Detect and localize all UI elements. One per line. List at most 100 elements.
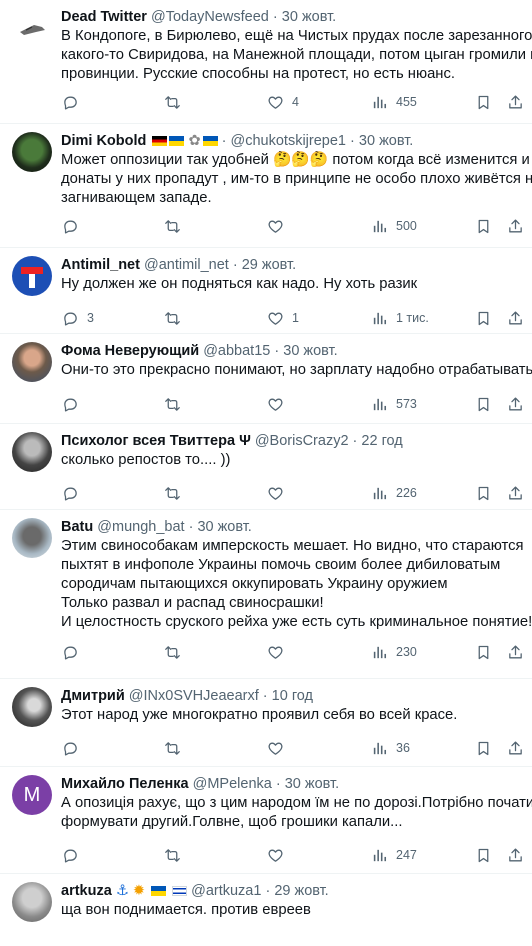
views-button[interactable]: 1 тис. [371, 308, 429, 328]
like-button[interactable]: 4 [267, 92, 299, 112]
tweet[interactable]: Dimi Kobold ✿ · @chukotskijrepe1 · 30 жо… [0, 124, 532, 248]
text-line: провинции. Русские способны на протест, … [61, 66, 455, 82]
reply-button[interactable]: 3 [62, 308, 94, 328]
share-button[interactable] [507, 483, 524, 503]
retweet-button[interactable] [164, 483, 189, 503]
reply-icon [62, 94, 79, 111]
avatar[interactable] [12, 518, 52, 558]
avatar[interactable] [12, 432, 52, 472]
tweet[interactable]: Antimil_net @antimil_net · 29 жовт. Ну д… [0, 248, 532, 334]
timestamp[interactable]: 30 жовт. [285, 776, 339, 792]
avatar[interactable]: M [12, 775, 52, 815]
reply-button[interactable] [62, 92, 87, 112]
bookmark-button[interactable] [475, 642, 492, 662]
views-button[interactable]: 226 [371, 483, 417, 503]
retweet-button[interactable] [164, 642, 189, 662]
author-name[interactable]: Antimil_net [61, 257, 140, 273]
views-button[interactable]: 36 [371, 738, 410, 758]
retweet-button[interactable] [164, 738, 189, 758]
share-button[interactable] [507, 308, 524, 328]
like-button[interactable]: 1 [267, 308, 299, 328]
replies-count: 3 [87, 311, 94, 325]
author-handle[interactable]: @TodayNewsfeed [151, 9, 269, 25]
reply-button[interactable] [62, 216, 87, 236]
like-button[interactable] [267, 738, 292, 758]
avatar[interactable] [12, 256, 52, 296]
bookmark-button[interactable] [475, 845, 492, 865]
share-button[interactable] [507, 738, 524, 758]
timestamp[interactable]: 30 жовт. [197, 519, 251, 535]
tweet[interactable]: artkuza ⚓ ✹ @artkuza1 · 29 жовт. ща вон … [0, 874, 532, 946]
views-button[interactable]: 573 [371, 394, 417, 414]
retweet-button[interactable] [164, 845, 189, 865]
author-name[interactable]: Фома Неверующий [61, 343, 199, 359]
author-handle[interactable]: @mungh_bat [97, 519, 184, 535]
author-name[interactable]: Дмитрий [61, 688, 125, 704]
reply-button[interactable] [62, 483, 87, 503]
share-button[interactable] [507, 216, 524, 236]
tweet[interactable]: Фома Неверующий @abbat15 · 30 жовт. Они-… [0, 334, 532, 424]
author-name[interactable]: Dead Twitter [61, 9, 147, 25]
avatar[interactable] [12, 342, 52, 382]
like-button[interactable] [267, 483, 292, 503]
tweet[interactable]: M Михайло Пеленка @MPelenka · 30 жовт. А… [0, 767, 532, 874]
bookmark-button[interactable] [475, 92, 492, 112]
timestamp[interactable]: 30 жовт. [283, 343, 337, 359]
author-handle[interactable]: @BorisCrazy2 [255, 433, 349, 449]
share-button[interactable] [507, 394, 524, 414]
timestamp[interactable]: 29 жовт. [242, 257, 296, 273]
reply-button[interactable] [62, 642, 87, 662]
tweet[interactable]: Batu @mungh_bat · 30 жовт. Этим свиноcоб… [0, 510, 532, 679]
views-button[interactable]: 455 [371, 92, 417, 112]
tweet[interactable]: Психолог всея Твиттера Ψ @BorisCrazy2 · … [0, 424, 532, 510]
retweet-button[interactable] [164, 308, 189, 328]
avatar[interactable] [12, 8, 52, 48]
avatar[interactable] [12, 882, 52, 922]
author-name[interactable]: Batu [61, 519, 93, 535]
timestamp[interactable]: 30 жовт. [282, 9, 336, 25]
reply-button[interactable] [62, 394, 87, 414]
like-button[interactable] [267, 642, 292, 662]
author-handle[interactable]: @abbat15 [203, 343, 270, 359]
bookmark-button[interactable] [475, 216, 492, 236]
like-button[interactable] [267, 845, 292, 865]
tweet[interactable]: Дмитрий @INx0SVHJeaearxf · 10 год Этот н… [0, 679, 532, 767]
retweet-button[interactable] [164, 92, 189, 112]
author-handle[interactable]: @chukotskijrepe1 [231, 133, 346, 149]
author-name[interactable]: artkuza [61, 883, 112, 899]
avatar[interactable] [12, 132, 52, 172]
author-name[interactable]: Михайло Пеленка [61, 776, 189, 792]
timestamp[interactable]: 10 год [272, 688, 313, 704]
author-handle[interactable]: @MPelenka [193, 776, 272, 792]
author-name[interactable]: Dimi Kobold [61, 133, 146, 149]
tweet[interactable]: Dead Twitter @TodayNewsfeed · 30 жовт. В… [0, 0, 532, 124]
retweet-icon [164, 644, 181, 661]
share-button[interactable] [507, 642, 524, 662]
timestamp[interactable]: 22 год [361, 433, 402, 449]
timestamp[interactable]: 29 жовт. [274, 883, 328, 899]
views-button[interactable]: 230 [371, 642, 417, 662]
tweet-feed: Dead Twitter @TodayNewsfeed · 30 жовт. В… [0, 0, 532, 946]
retweet-button[interactable] [164, 216, 189, 236]
like-button[interactable] [267, 216, 292, 236]
retweet-button[interactable] [164, 394, 189, 414]
author-handle[interactable]: @INx0SVHJeaearxf [129, 688, 259, 704]
avatar[interactable] [12, 687, 52, 727]
bookmark-button[interactable] [475, 394, 492, 414]
bookmark-button[interactable] [475, 483, 492, 503]
bookmark-button[interactable] [475, 738, 492, 758]
reply-icon-svg [64, 849, 77, 863]
bookmark-button[interactable] [475, 308, 492, 328]
share-button[interactable] [507, 92, 524, 112]
views-button[interactable]: 247 [371, 845, 417, 865]
share-button[interactable] [507, 845, 524, 865]
timestamp[interactable]: 30 жовт. [359, 133, 413, 149]
views-button[interactable]: 500 [371, 216, 417, 236]
tweet-text: сколько репостов то.... )) [61, 451, 520, 470]
author-handle[interactable]: @antimil_net [144, 257, 229, 273]
author-name[interactable]: Психолог всея Твиттера Ψ [61, 433, 251, 449]
like-button[interactable] [267, 394, 292, 414]
author-handle[interactable]: @artkuza1 [191, 883, 261, 899]
reply-button[interactable] [62, 738, 87, 758]
reply-button[interactable] [62, 845, 87, 865]
